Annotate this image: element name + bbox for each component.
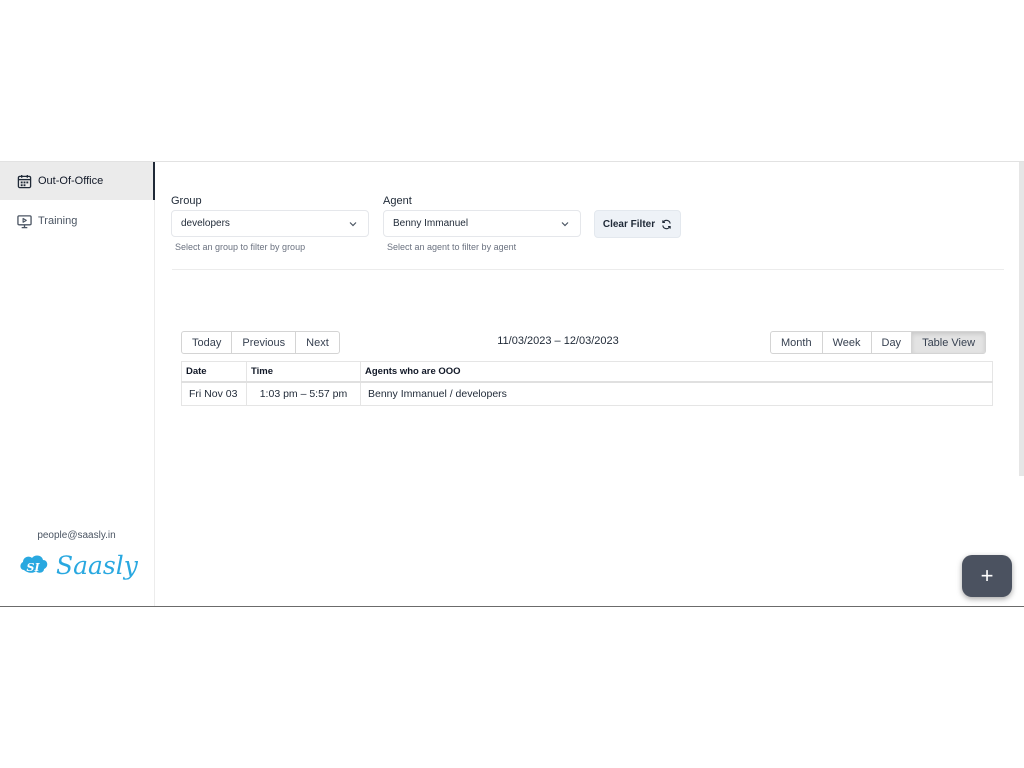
date-range-title: 11/03/2023 – 12/03/2023	[497, 335, 619, 347]
ooo-table: Date Time Agents who are OOO Fri Nov 03 …	[181, 361, 993, 406]
app-window: Out-Of-Office Training people@saasly.in …	[0, 161, 1024, 607]
main-content: Group developers Select an group to filt…	[156, 162, 1024, 606]
sidebar: Out-Of-Office Training people@saasly.in …	[0, 162, 155, 606]
view-week-button[interactable]: Week	[823, 332, 872, 353]
group-select[interactable]: developers	[171, 210, 369, 237]
agent-select[interactable]: Benny Immanuel	[383, 210, 581, 237]
cell-date: Fri Nov 03	[181, 381, 247, 406]
previous-button[interactable]: Previous	[232, 332, 297, 353]
group-select-value: developers	[181, 218, 230, 229]
view-month-button[interactable]: Month	[771, 332, 823, 353]
view-day-button[interactable]: Day	[872, 332, 913, 353]
agent-label: Agent	[383, 195, 412, 207]
column-header-agents: Agents who are OOO	[360, 361, 993, 383]
calendar-nav-buttons: Today Previous Next	[181, 331, 340, 354]
scrollbar[interactable]	[1019, 162, 1024, 476]
section-divider	[172, 269, 1004, 270]
chevron-down-icon	[349, 222, 357, 227]
cell-agents[interactable]: Benny Immanuel / developers	[360, 381, 993, 406]
chevron-down-icon	[561, 222, 569, 227]
sidebar-item-label: Training	[38, 215, 78, 227]
next-button[interactable]: Next	[296, 332, 339, 353]
today-button[interactable]: Today	[182, 332, 233, 353]
table-row[interactable]: Fri Nov 03 1:03 pm – 5:57 pm Benny Imman…	[181, 381, 993, 406]
calendar-view-buttons: Month Week Day Table View	[770, 331, 987, 354]
sidebar-item-out-of-office[interactable]: Out-Of-Office	[0, 162, 155, 200]
agent-hint: Select an agent to filter by agent	[387, 242, 517, 252]
clear-filter-button[interactable]: Clear Filter	[594, 210, 681, 238]
column-header-time: Time	[246, 361, 361, 383]
add-button[interactable]: +	[962, 555, 1012, 597]
saasly-logo: SI Saasly	[18, 546, 139, 586]
svg-text:SI: SI	[27, 561, 41, 574]
svg-text:Saasly: Saasly	[56, 551, 138, 580]
sidebar-item-training[interactable]: Training	[0, 202, 153, 240]
group-label: Group	[171, 195, 202, 207]
clear-filter-label: Clear Filter	[602, 218, 656, 230]
presentation-icon	[16, 213, 32, 229]
cell-time: 1:03 pm – 5:57 pm	[246, 381, 361, 406]
view-table-button[interactable]: Table View	[912, 332, 986, 353]
refresh-icon	[661, 219, 672, 230]
table-header-row: Date Time Agents who are OOO	[181, 361, 993, 383]
group-hint: Select an group to filter by group	[175, 242, 306, 252]
agent-select-value: Benny Immanuel	[393, 218, 469, 229]
plus-icon: +	[980, 563, 994, 588]
column-header-date: Date	[181, 361, 247, 383]
user-email: people@saasly.in	[37, 530, 116, 541]
sidebar-item-label: Out-Of-Office	[38, 175, 104, 187]
calendar-icon	[16, 173, 32, 189]
